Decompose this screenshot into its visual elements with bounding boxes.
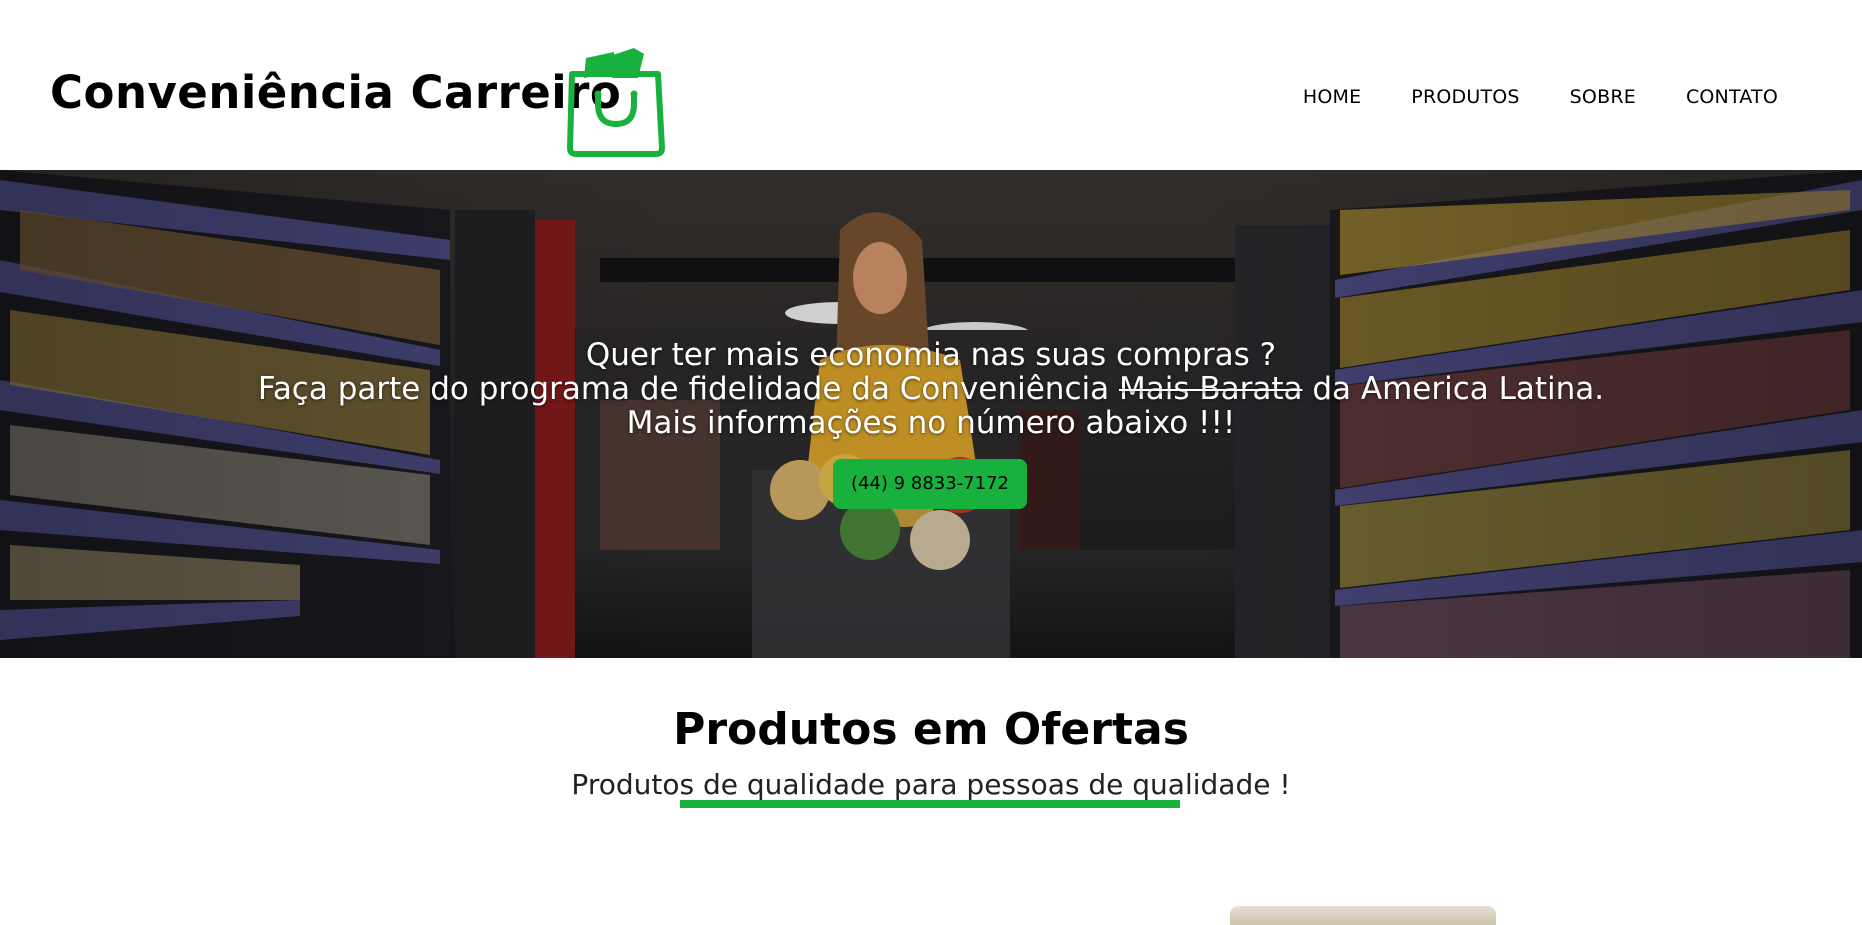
nav-contato[interactable]: CONTATO [1686, 86, 1778, 108]
phone-button[interactable]: (44) 9 8833-7172 [833, 459, 1027, 509]
site-header: Conveniência Carreiro HOME PRODUTOS SOBR… [0, 0, 1862, 170]
nav-home[interactable]: HOME [1303, 86, 1361, 108]
offers-title: Produtos em Ofertas [673, 704, 1189, 755]
shopping-bag-icon[interactable] [566, 44, 666, 157]
hero-headline: Quer ter mais economia nas suas compras … [585, 337, 1277, 373]
hero-info-line: Mais informações no número abaixo !!! [626, 405, 1236, 441]
nav-produtos[interactable]: PRODUTOS [1411, 86, 1519, 108]
offers-subtitle: Produtos de qualidade para pessoas de qu… [571, 768, 1291, 801]
hero-subline: Faça parte do programa de fidelidade da … [257, 371, 1605, 407]
strikethrough-text: Mais Barata [1118, 371, 1303, 407]
brand-name[interactable]: Conveniência Carreiro [50, 66, 621, 119]
hero-banner: Quer ter mais economia nas suas compras … [0, 170, 1862, 658]
nav-sobre[interactable]: SOBRE [1570, 86, 1636, 108]
main-nav: HOME PRODUTOS SOBRE CONTATO [1253, 86, 1778, 108]
product-image-preview[interactable] [1230, 906, 1496, 925]
hero-text: Quer ter mais economia nas suas compras … [0, 338, 1862, 440]
title-underline [680, 800, 1180, 808]
